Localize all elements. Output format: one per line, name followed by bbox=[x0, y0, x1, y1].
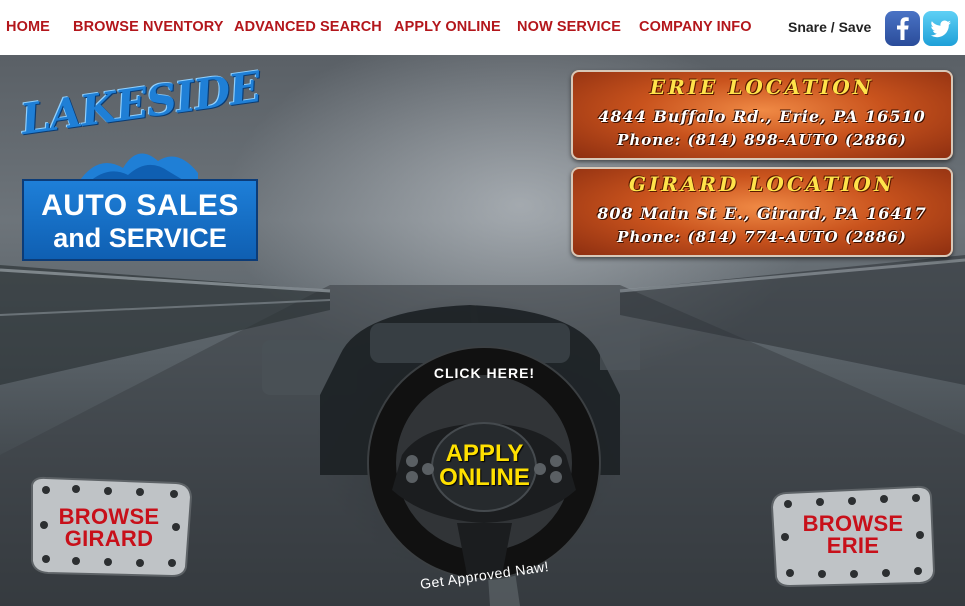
apply-online-steering-wheel-button[interactable]: CLICK HERE! APPLY ONLINE Get Approved Na… bbox=[362, 345, 607, 601]
logo-and-service: and SERVICE bbox=[53, 223, 227, 253]
logo-auto-sales: AUTO SALES bbox=[41, 189, 239, 222]
browse-girard-button[interactable]: BROWSE GIRARD bbox=[26, 475, 193, 578]
click-here-text: CLICK HERE! bbox=[433, 365, 536, 381]
logo-box: AUTO SALES and SERVICE bbox=[22, 179, 258, 261]
browse-girard-line1: BROWSE bbox=[58, 504, 160, 529]
nav-apply-online[interactable]: APPLY ONLINE bbox=[394, 19, 501, 35]
erie-location-card: ERIE LOCATION 4844 Buffalo Rd., Erie, PA… bbox=[571, 70, 953, 160]
nav-service[interactable]: NOW SERVICE bbox=[517, 19, 621, 35]
girard-location-card: GIRARD LOCATION 808 Main St E., Girard, … bbox=[571, 167, 953, 257]
browse-erie-button[interactable]: BROWSE ERIE bbox=[770, 485, 936, 588]
girard-location-phone: Phone: (814) 774-AUTO (2886) bbox=[617, 228, 907, 246]
girard-location-address: 808 Main St E., Girard, PA 16417 bbox=[597, 204, 927, 223]
logo-script-text: LAKESIDE bbox=[17, 62, 264, 145]
nav-advanced-search[interactable]: ADVANCED SEARCH bbox=[234, 19, 382, 35]
hero-banner: LAKESIDE AUTO SALES and SERVICE ERIE LOC… bbox=[0, 55, 965, 606]
company-logo[interactable]: LAKESIDE AUTO SALES and SERVICE bbox=[18, 62, 263, 261]
top-navigation-bar: HOME BROWSE NVENTORY ADVANCED SEARCH APP… bbox=[0, 0, 965, 55]
browse-erie-line1: BROWSE bbox=[802, 511, 904, 536]
logo-wave-graphic bbox=[78, 153, 198, 183]
erie-location-phone: Phone: (814) 898-AUTO (2886) bbox=[617, 131, 907, 149]
facebook-icon[interactable] bbox=[885, 11, 920, 46]
nav-company-info[interactable]: COMPANY INFO bbox=[639, 19, 752, 35]
twitter-icon[interactable] bbox=[923, 11, 958, 46]
share-save-label: Snare / Save bbox=[788, 19, 872, 35]
browse-erie-line2: ERIE bbox=[826, 533, 880, 558]
erie-location-address: 4844 Buffalo Rd., Erie, PA 16510 bbox=[598, 107, 926, 126]
online-text: ONLINE bbox=[439, 464, 530, 491]
browse-girard-line2: GIRARD bbox=[64, 526, 154, 551]
girard-location-title: GIRARD LOCATION bbox=[628, 172, 896, 196]
nav-browse-inventory[interactable]: BROWSE NVENTORY bbox=[73, 19, 224, 35]
erie-location-title: ERIE LOCATION bbox=[649, 75, 875, 99]
nav-home[interactable]: HOME bbox=[6, 19, 50, 35]
